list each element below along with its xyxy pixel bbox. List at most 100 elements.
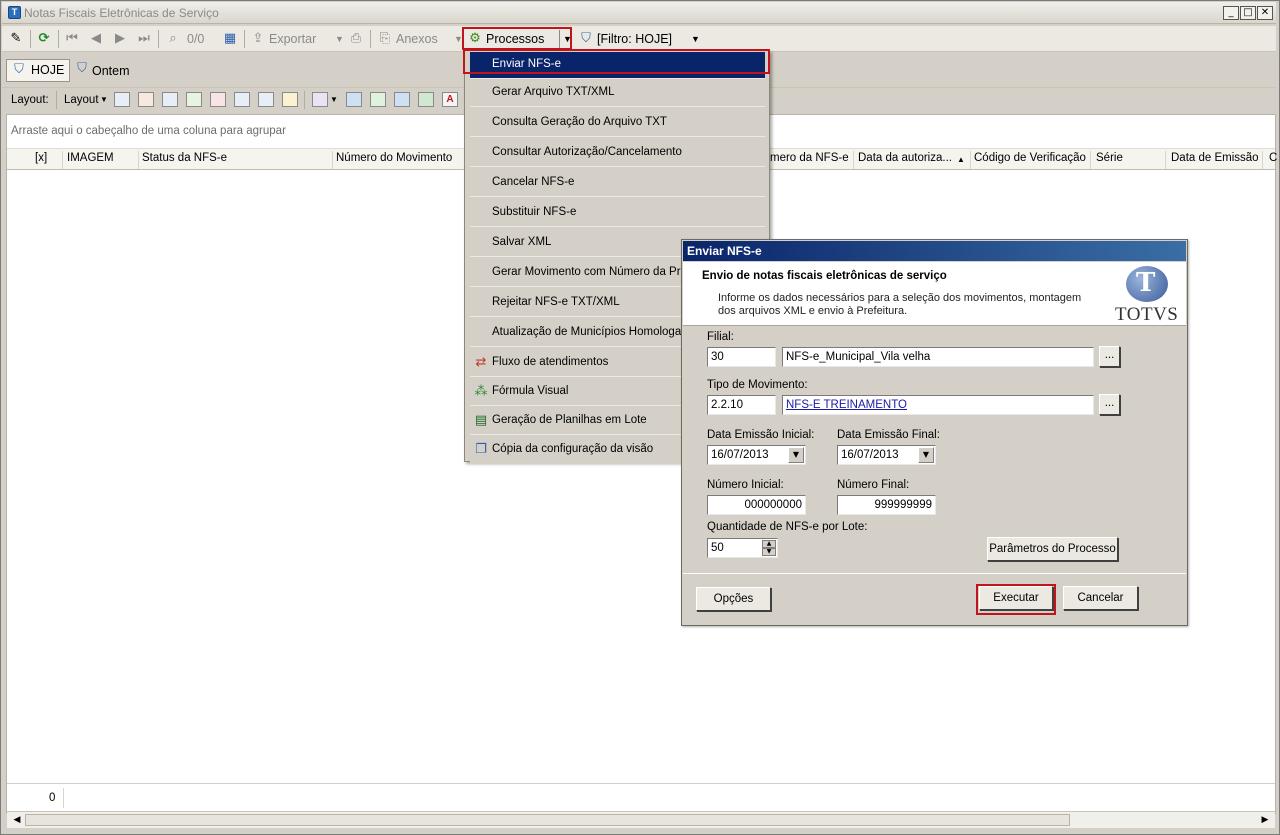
- numero-inicial-input[interactable]: 000000000: [707, 495, 806, 515]
- quantidade-lote-stepper[interactable]: 50 ▲ ▼: [707, 538, 778, 558]
- scroll-right-icon[interactable]: ▶: [1257, 812, 1273, 828]
- find-icon[interactable]: ⌕: [165, 31, 181, 47]
- first-record-icon[interactable]: ⏮: [64, 31, 80, 47]
- dialog-title: Enviar NFS-e: [683, 241, 1186, 261]
- stepper-down-icon[interactable]: ▼: [762, 548, 776, 556]
- scroll-left-icon[interactable]: ◀: [9, 812, 25, 828]
- grid-footer: 0: [7, 783, 1275, 811]
- column-extra[interactable]: C: [1269, 152, 1277, 164]
- data-inicial-value: 16/07/2013: [711, 449, 769, 461]
- executar-button[interactable]: Executar: [979, 586, 1053, 610]
- filial-code-input[interactable]: 30: [707, 347, 776, 367]
- chart-icon[interactable]: [312, 92, 328, 107]
- view-mode-2-icon[interactable]: [370, 92, 386, 107]
- minimize-button[interactable]: _: [1223, 6, 1239, 20]
- numero-final-input[interactable]: 999999999: [837, 495, 936, 515]
- tipo-movimento-name-input[interactable]: NFS-E TREINAMENTO: [782, 395, 1094, 415]
- processes-dropdown-icon[interactable]: ▼: [559, 30, 572, 48]
- tipo-movimento-code-input[interactable]: 2.2.10: [707, 395, 776, 415]
- columns-icon[interactable]: [162, 92, 178, 107]
- view-mode-3-icon[interactable]: [394, 92, 410, 107]
- quantidade-lote-value: 50: [711, 542, 724, 554]
- view-today-label: HOJE: [31, 63, 65, 77]
- horizontal-scrollbar[interactable]: ◀ ▶: [7, 811, 1275, 828]
- scroll-thumb[interactable]: [25, 814, 1070, 826]
- column-status[interactable]: Status da NFS-e: [142, 152, 227, 164]
- previous-record-icon[interactable]: ◀: [88, 31, 104, 47]
- tipo-movimento-label: Tipo de Movimento:: [707, 379, 808, 391]
- copy-icon: ❐: [475, 442, 487, 457]
- maximize-button[interactable]: □: [1240, 6, 1256, 20]
- calendar-icon[interactable]: ▦: [222, 31, 238, 47]
- export-button[interactable]: Exportar: [269, 30, 316, 48]
- data-final-picker[interactable]: 16/07/2013 ▼: [837, 445, 936, 465]
- data-inicial-label: Data Emissão Inicial:: [707, 429, 815, 441]
- column-numero-movimento[interactable]: Número do Movimento: [336, 152, 452, 164]
- chevron-down-icon[interactable]: ▼: [788, 447, 804, 463]
- attachments-button[interactable]: Anexos: [396, 30, 438, 48]
- column-numero-nfse[interactable]: mero da NFS-e: [770, 152, 849, 164]
- attachment-icon[interactable]: ⎘: [377, 31, 393, 47]
- cancelar-button[interactable]: Cancelar: [1063, 586, 1138, 610]
- record-count: 0/0: [187, 32, 205, 46]
- column-serie[interactable]: Série: [1096, 152, 1123, 164]
- filter-button[interactable]: [Filtro: HOJE]: [597, 30, 672, 48]
- processes-button[interactable]: Processos: [486, 30, 544, 48]
- enviar-nfse-highlight: [463, 49, 770, 74]
- title-bar: T Notas Fiscais Eletrônicas de Serviço _…: [2, 2, 1276, 24]
- highlight-icon[interactable]: [282, 92, 298, 107]
- filial-browse-button[interactable]: ...: [1099, 346, 1120, 367]
- footer-count: 0: [49, 792, 56, 804]
- processes-icon: ⚙: [469, 31, 481, 46]
- group-hint: Arraste aqui o cabeçalho de uma coluna p…: [11, 125, 286, 137]
- dialog-heading: Envio de notas fiscais eletrônicas de se…: [702, 270, 947, 282]
- move-down-icon[interactable]: [186, 92, 202, 107]
- export-dropdown-icon[interactable]: ▼: [335, 30, 344, 48]
- menu-item-substituir-nfse[interactable]: Substituir NFS-e: [470, 200, 765, 227]
- workflow-icon: ⇄: [475, 355, 487, 370]
- layout-dropdown-icon[interactable]: ▼: [100, 91, 108, 109]
- totvs-logo-icon: T: [1126, 266, 1168, 302]
- view-yesterday-button[interactable]: Ontem: [92, 62, 130, 80]
- view-today-button[interactable]: ⛉ HOJE: [6, 59, 70, 82]
- print-icon[interactable]: ⎙: [348, 31, 364, 47]
- group-icon[interactable]: [234, 92, 250, 107]
- window-title: Notas Fiscais Eletrônicas de Serviço: [24, 6, 219, 20]
- numero-inicial-label: Número Inicial:: [707, 479, 784, 491]
- column-imagem[interactable]: IMAGEM: [67, 152, 114, 164]
- edit-icon[interactable]: ✎: [8, 31, 24, 47]
- delete-layout-icon[interactable]: [138, 92, 154, 107]
- filter-icon[interactable]: ⛉: [578, 31, 594, 47]
- move-up-icon[interactable]: [210, 92, 226, 107]
- column-codigo-verificacao[interactable]: Código de Verificação: [974, 152, 1086, 164]
- data-inicial-picker[interactable]: 16/07/2013 ▼: [707, 445, 806, 465]
- column-select[interactable]: [x]: [35, 152, 47, 164]
- menu-item-gerar-arquivo[interactable]: Gerar Arquivo TXT/XML: [470, 80, 765, 107]
- dialog-divider: [683, 573, 1186, 574]
- last-record-icon[interactable]: ⏭: [136, 31, 152, 47]
- menu-item-consulta-geracao[interactable]: Consulta Geração do Arquivo TXT: [470, 110, 765, 137]
- sum-icon[interactable]: [258, 92, 274, 107]
- next-record-icon[interactable]: ▶: [112, 31, 128, 47]
- chevron-down-icon[interactable]: ▼: [918, 447, 934, 463]
- tipo-browse-button[interactable]: ...: [1099, 394, 1120, 415]
- refresh-icon[interactable]: ⟳: [36, 31, 52, 47]
- view-mode-4-icon[interactable]: [418, 92, 434, 107]
- layout-menu-button[interactable]: Layout: [64, 91, 99, 109]
- view-mode-1-icon[interactable]: [346, 92, 362, 107]
- export-icon[interactable]: ⇪: [250, 31, 266, 47]
- menu-item-cancelar-nfse[interactable]: Cancelar NFS-e: [470, 170, 765, 197]
- column-data-emissao[interactable]: Data de Emissão: [1171, 152, 1259, 164]
- filial-name-input[interactable]: NFS-e_Municipal_Vila velha: [782, 347, 1094, 367]
- opcoes-button[interactable]: Opções: [696, 587, 771, 611]
- menu-item-consultar-autorizacao[interactable]: Consultar Autorização/Cancelamento: [470, 140, 765, 167]
- stepper-up-icon[interactable]: ▲: [762, 540, 776, 548]
- filter-dropdown-icon[interactable]: ▼: [691, 30, 700, 48]
- close-button[interactable]: ✕: [1257, 6, 1273, 20]
- chart-dropdown-icon[interactable]: ▼: [330, 91, 338, 109]
- grid-layout-icon[interactable]: [114, 92, 130, 107]
- dialog-header: Envio de notas fiscais eletrônicas de se…: [683, 262, 1186, 326]
- parametros-processo-button[interactable]: Parâmetros do Processo: [987, 537, 1118, 561]
- font-icon[interactable]: A: [442, 92, 458, 107]
- column-data-autorizacao[interactable]: Data da autoriza...: [858, 152, 952, 164]
